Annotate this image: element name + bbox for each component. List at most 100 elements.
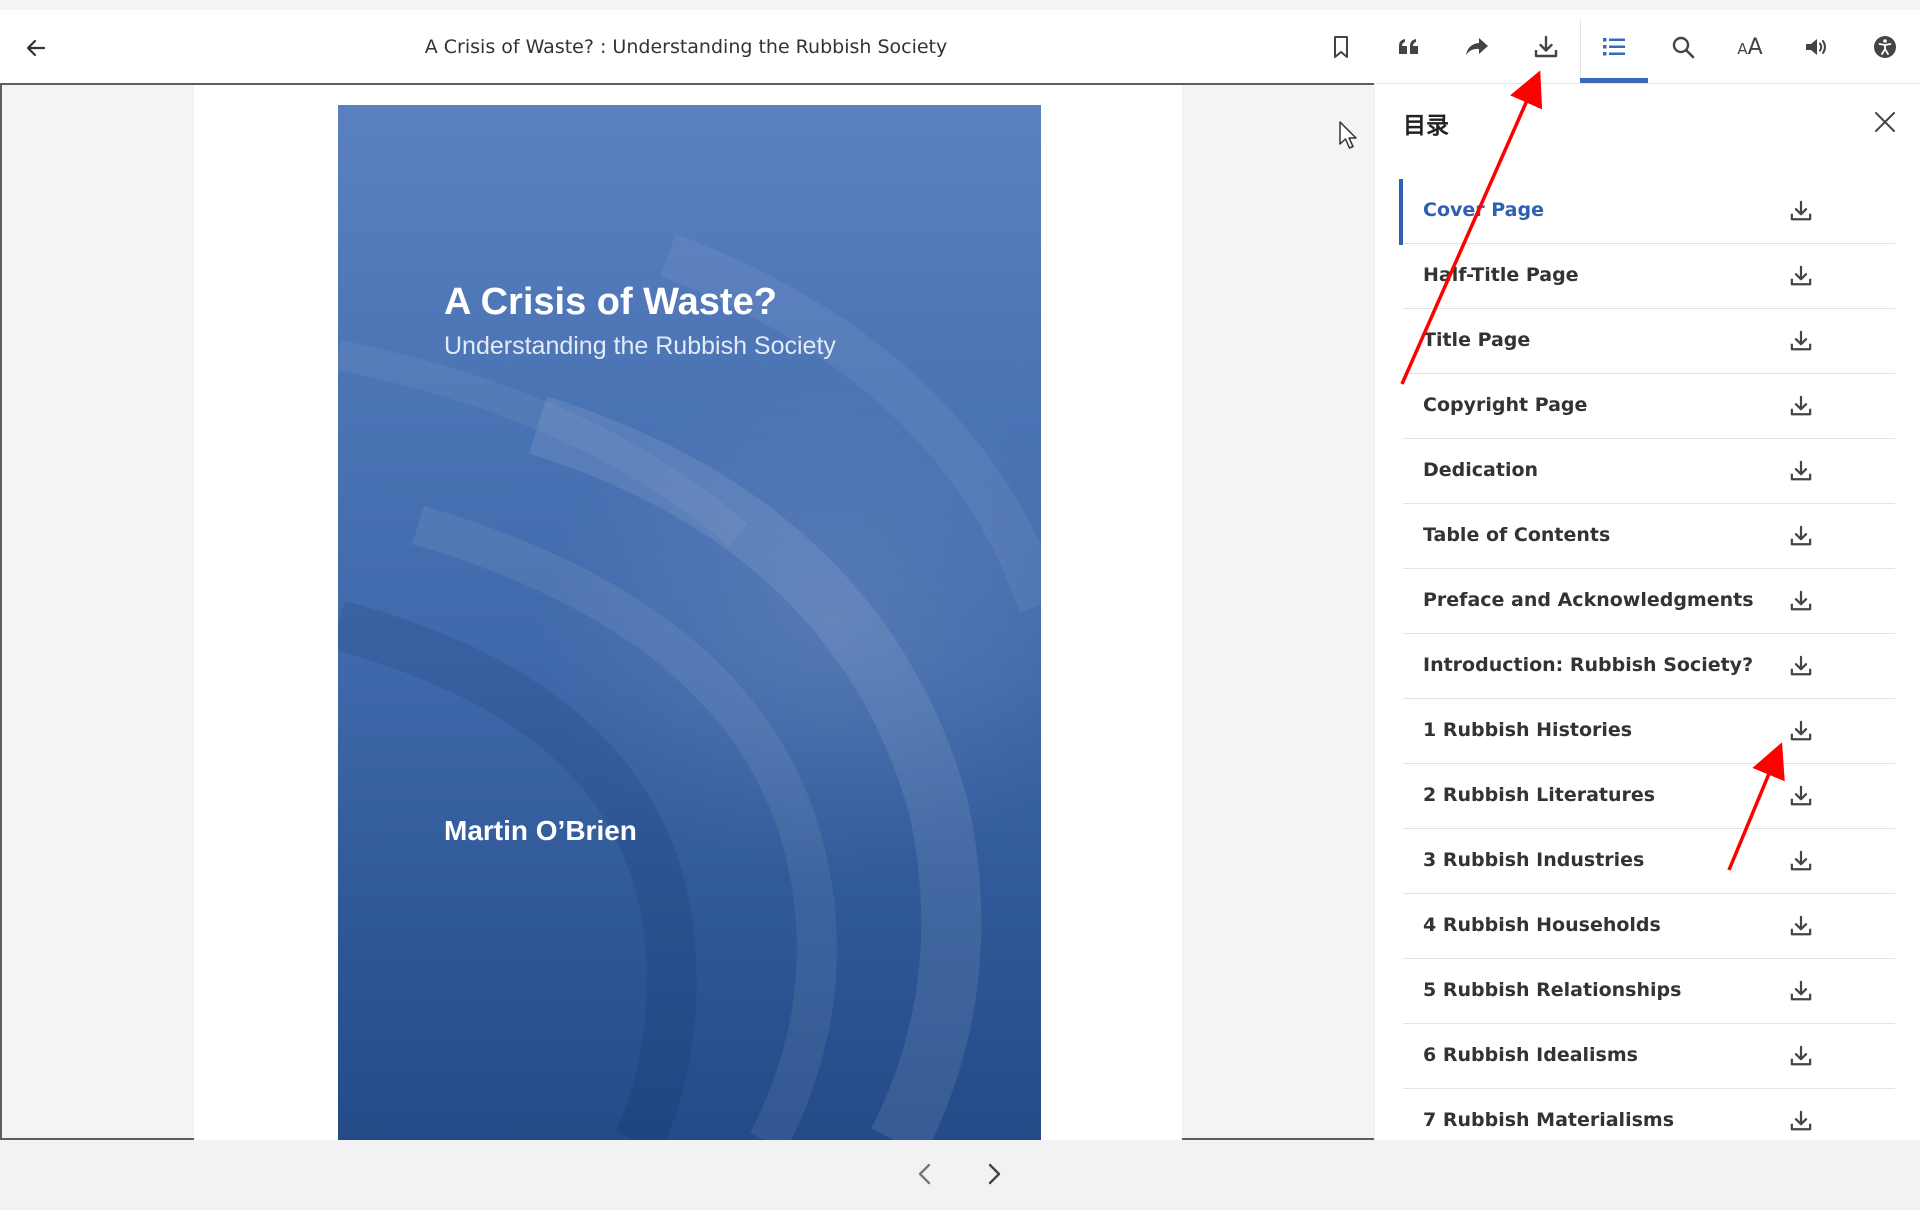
toc-item-label: Cover Page [1423,199,1544,221]
download-icon [1790,590,1812,611]
toc-item-download-button[interactable] [1788,458,1814,484]
download-icon [1790,785,1812,806]
next-page-button[interactable] [972,1152,1016,1196]
download-icon [1790,720,1812,741]
download-icon [1790,525,1812,546]
bookmark-icon [1334,36,1348,58]
toc-item-download-button[interactable] [1788,1043,1814,1069]
cover-author: Martin O’Brien [444,815,637,846]
toc-item-label: 6 Rubbish Idealisms [1423,1044,1638,1066]
toc-item[interactable]: 5 Rubbish Relationships [1403,959,1895,1024]
toc-item[interactable]: 6 Rubbish Idealisms [1403,1024,1895,1089]
chevron-left-icon [918,1163,931,1185]
share-icon [1466,38,1488,55]
toc-item-label: Half-Title Page [1423,264,1579,286]
toc-item-download-button[interactable] [1788,978,1814,1004]
toc-item-download-button[interactable] [1788,718,1814,744]
toc-item-label: 3 Rubbish Industries [1423,849,1645,871]
toc-item-label: Introduction: Rubbish Society? [1423,654,1754,676]
toc-list-icon [1603,38,1625,56]
download-icon [1790,330,1812,351]
quote-button[interactable] [1383,21,1435,73]
download-icon [1790,460,1812,481]
download-icon [1790,655,1812,676]
toc-item-download-button[interactable] [1788,848,1814,874]
toc-item[interactable]: Table of Contents [1403,504,1895,569]
toc-item-download-button[interactable] [1788,523,1814,549]
toc-item-download-button[interactable] [1788,1108,1814,1134]
download-icon [1790,200,1812,221]
close-icon [1875,112,1895,132]
toc-item-download-button[interactable] [1788,783,1814,809]
toc-item[interactable]: Half-Title Page [1403,244,1895,309]
toc-item[interactable]: Introduction: Rubbish Society? [1403,634,1895,699]
toc-item[interactable]: Copyright Page [1403,374,1895,439]
document-title: A Crisis of Waste? : Understanding the R… [424,36,948,58]
toc-button[interactable] [1580,21,1648,83]
font-size-icon: AA [1737,34,1763,60]
toc-item-label: Table of Contents [1423,524,1611,546]
toc-item-download-button[interactable] [1788,328,1814,354]
accessibility-icon [1874,36,1896,58]
back-arrow-icon [26,39,46,57]
toc-item-label: Title Page [1423,329,1531,351]
quote-icon [1399,39,1418,54]
search-icon [1672,36,1695,59]
toc-header: 目录 [1403,113,1449,139]
toc-item[interactable]: Title Page [1403,309,1895,374]
top-strip [0,0,1920,10]
toc-item[interactable]: 1 Rubbish Histories [1403,699,1895,764]
toc-item-download-button[interactable] [1788,393,1814,419]
toc-item-label: 4 Rubbish Households [1423,914,1661,936]
download-icon [1790,1045,1812,1066]
toc-item[interactable]: Dedication [1403,439,1895,504]
search-button[interactable] [1657,21,1709,73]
cover-title: A Crisis of Waste? [444,281,777,323]
toc-item-label: Preface and Acknowledgments [1423,589,1754,611]
toc-close-button[interactable] [1865,102,1905,142]
toc-item-label: 2 Rubbish Literatures [1423,784,1656,806]
toc-item-download-button[interactable] [1788,263,1814,289]
reader-app: A Crisis of Waste? : Understanding the R… [0,0,1920,1210]
toc-item-label: 1 Rubbish Histories [1423,719,1633,741]
audio-button[interactable] [1791,21,1843,73]
toc-item-label: Dedication [1423,459,1539,481]
top-toolbar: A Crisis of Waste? : Understanding the R… [0,10,1920,93]
audio-icon [1806,39,1826,55]
previous-page-button[interactable] [903,1152,947,1196]
bookmark-button[interactable] [1315,21,1367,73]
download-button[interactable] [1520,21,1572,73]
toc-item-download-button[interactable] [1788,653,1814,679]
toc-panel: 目录 Cover Page Half-Title Page Title Page Co… [1375,84,1920,1141]
toc-item[interactable]: Preface and Acknowledgments [1403,569,1895,634]
cover-subtitle: Understanding the Rubbish Society [444,332,836,360]
book-page: A Crisis of Waste? Understanding the Rub… [194,85,1182,1142]
accessibility-button[interactable] [1859,21,1911,73]
download-icon [1790,980,1812,1001]
cover-wave-pattern [338,233,1041,1142]
toc-item[interactable]: 4 Rubbish Households [1403,894,1895,959]
toc-item-download-button[interactable] [1788,913,1814,939]
download-icon [1790,395,1812,416]
back-button[interactable] [14,26,58,70]
download-icon [1790,265,1812,286]
toc-item-download-button[interactable] [1788,588,1814,614]
chevron-right-icon [988,1163,1001,1185]
font-size-button[interactable]: AA [1724,21,1776,73]
toc-item-label: 5 Rubbish Relationships [1423,979,1682,1001]
mouse-pointer-icon [1339,121,1357,149]
book-cover-image: A Crisis of Waste? Understanding the Rub… [338,105,1041,1142]
reader-viewport: A Crisis of Waste? Understanding the Rub… [0,83,1374,1142]
share-button[interactable] [1451,21,1503,73]
toc-item[interactable]: Cover Page [1399,179,1895,245]
page-navigation-bar [0,1140,1920,1210]
toc-item-download-button[interactable] [1788,198,1814,224]
download-icon [1790,850,1812,871]
download-icon [1790,915,1812,936]
toc-item[interactable]: 2 Rubbish Literatures [1403,764,1895,829]
toc-item[interactable]: 3 Rubbish Industries [1403,829,1895,894]
toc-item-label: 7 Rubbish Materialisms [1423,1109,1674,1131]
download-icon [1534,35,1558,58]
toc-list: Cover Page Half-Title Page Title Page Copyr… [1399,179,1895,1141]
toc-item[interactable]: 7 Rubbish Materialisms [1403,1089,1895,1141]
